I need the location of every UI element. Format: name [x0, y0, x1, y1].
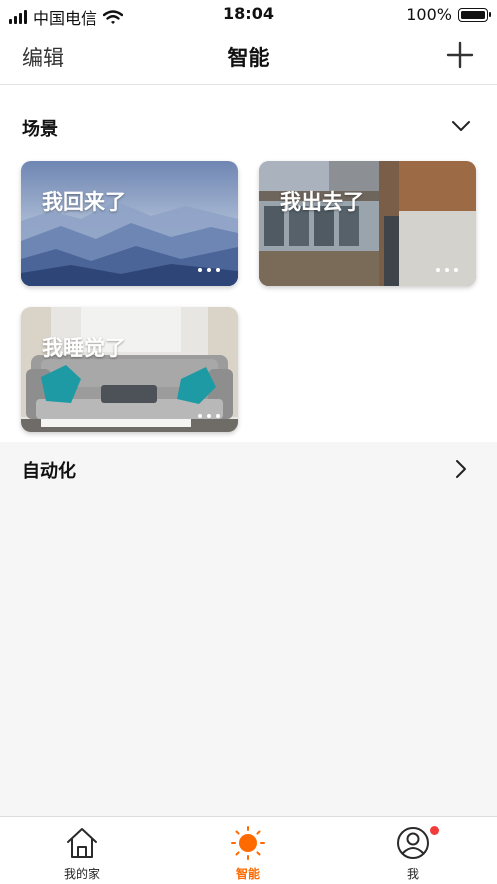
tab-bar: 我的家 智能 我 — [0, 816, 497, 884]
scene-card-sleep[interactable]: 我睡觉了 — [21, 307, 238, 432]
page-title: 智能 — [227, 46, 270, 70]
automation-title: 自动化 — [22, 461, 76, 482]
plus-icon[interactable] — [445, 40, 475, 70]
user-circle-icon — [397, 827, 429, 859]
tab-label: 智能 — [235, 867, 260, 881]
more-dots-icon[interactable] — [198, 268, 220, 272]
scene-card-label: 我睡觉了 — [42, 336, 126, 360]
status-bar: 中国电信 18:04 100% — [0, 0, 497, 30]
scene-section: 场景 我回来了 我出去了 我睡觉了 — [0, 85, 497, 442]
tab-label: 我 — [406, 867, 419, 881]
battery-percent: 100% — [406, 5, 452, 24]
battery-icon — [458, 7, 491, 22]
notification-badge — [430, 826, 439, 835]
more-dots-icon[interactable] — [198, 414, 220, 418]
tab-smart[interactable]: 智能 — [188, 817, 308, 884]
tab-me[interactable]: 我 — [353, 817, 473, 884]
tab-label: 我的家 — [63, 867, 100, 881]
scene-card-home[interactable]: 我回来了 — [21, 161, 238, 286]
chevron-down-icon[interactable] — [450, 115, 472, 137]
tab-home[interactable]: 我的家 — [22, 817, 142, 884]
more-dots-icon[interactable] — [436, 268, 458, 272]
status-right: 100% — [406, 5, 491, 24]
main-content: 场景 我回来了 我出去了 我睡觉了 自动化 — [0, 85, 497, 816]
sun-icon — [231, 826, 265, 860]
automation-row[interactable]: 自动化 — [0, 442, 497, 494]
nav-header: 编辑 智能 — [0, 30, 497, 85]
home-icon — [67, 828, 97, 858]
scene-card-label: 我出去了 — [280, 190, 364, 214]
chevron-right-icon[interactable] — [450, 458, 472, 480]
scene-card-leave[interactable]: 我出去了 — [259, 161, 476, 286]
scene-section-title: 场景 — [22, 119, 58, 140]
scene-card-label: 我回来了 — [42, 190, 126, 214]
